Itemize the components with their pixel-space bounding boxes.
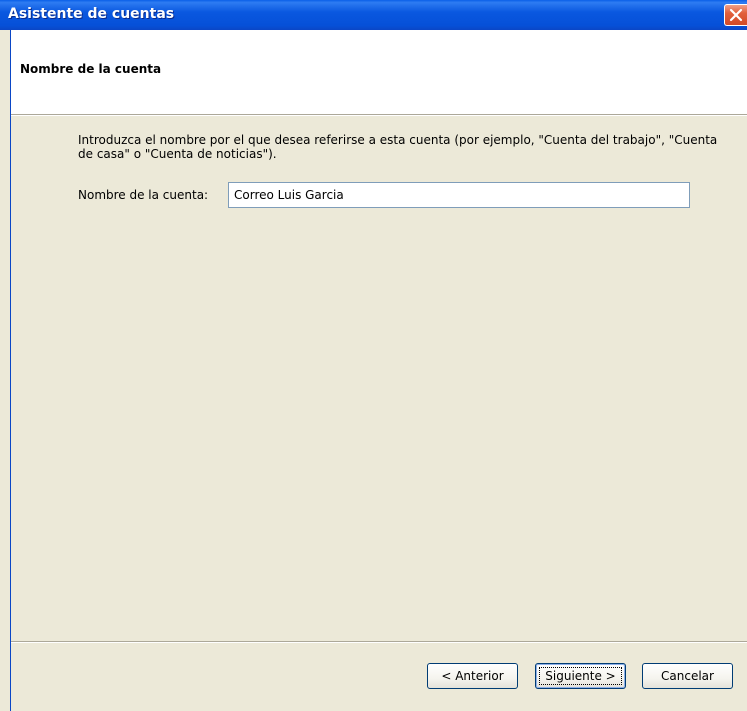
next-button-label: Siguiente > — [545, 669, 616, 683]
window-title: Asistente de cuentas — [8, 6, 175, 22]
account-wizard-window: Asistente de cuentas Nombre de la cuenta… — [0, 0, 747, 711]
wizard-header: Nombre de la cuenta — [10, 30, 747, 114]
next-button[interactable]: Siguiente > — [535, 663, 626, 689]
title-bar[interactable]: Asistente de cuentas — [0, 0, 747, 30]
close-button[interactable] — [724, 4, 747, 26]
instructions-text: Introduzca el nombre por el que desea re… — [78, 133, 718, 161]
back-button[interactable]: < Anterior — [427, 663, 518, 689]
account-name-label: Nombre de la cuenta: — [78, 188, 208, 202]
wizard-footer: < Anterior Siguiente > Cancelar — [11, 643, 747, 711]
wizard-content: Introduzca el nombre por el que desea re… — [11, 116, 747, 641]
page-title: Nombre de la cuenta — [20, 62, 162, 76]
close-icon — [729, 8, 743, 22]
account-name-input[interactable] — [228, 182, 690, 208]
cancel-button[interactable]: Cancelar — [642, 663, 733, 689]
account-name-label-text: Nombre de la cuenta: — [78, 188, 209, 202]
